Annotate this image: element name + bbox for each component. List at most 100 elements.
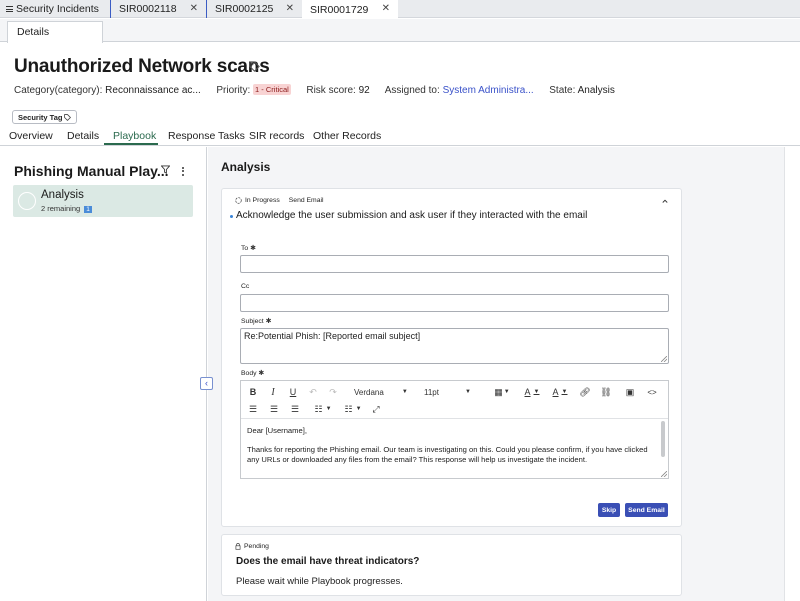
category-label: Category(category):	[14, 85, 103, 96]
pending-message: Please wait while Playbook progresses.	[236, 576, 403, 587]
redo-icon[interactable]: ↷	[327, 385, 339, 399]
record-tabs: Overview Details Playbook Response Tasks…	[0, 127, 800, 146]
tag-icon	[64, 113, 72, 121]
cc-field[interactable]	[240, 294, 669, 312]
assigned-label: Assigned to:	[384, 85, 440, 96]
align-right-icon[interactable]: ☰	[289, 402, 301, 416]
tab-playbook[interactable]: Playbook	[113, 130, 156, 142]
code-icon[interactable]: <>	[645, 385, 659, 399]
security-tag-pill[interactable]: Security Tag	[12, 110, 78, 124]
italic-icon[interactable]: I	[267, 385, 279, 399]
chevron-down-icon: ▼	[401, 389, 408, 395]
numbered-list-icon[interactable]: ☷ ▼	[342, 402, 364, 416]
editor-scrollbar[interactable]	[661, 421, 665, 457]
playbook-panel: Phishing Manual Play... Analysis 2 remai…	[0, 147, 207, 601]
link-icon[interactable]: 🔗︎	[579, 385, 591, 399]
pending-question: Does the email have threat indicators?	[236, 556, 420, 567]
resize-handle-icon[interactable]	[661, 356, 667, 362]
underline-icon[interactable]: U	[287, 385, 299, 399]
tab-record-active[interactable]: SIR0001729 ✕	[302, 0, 398, 19]
bullet-icon	[230, 215, 233, 218]
filter-icon[interactable]	[161, 165, 170, 174]
bullet-list-icon[interactable]: ☷ ▼	[312, 402, 334, 416]
phase-name: Analysis	[41, 189, 84, 201]
subject-field[interactable]: Re:Potential Phish: [Reported email subj…	[240, 328, 669, 364]
close-icon[interactable]: ✕	[286, 3, 294, 14]
section-heading: Analysis	[221, 160, 271, 174]
collapse-panel-button[interactable]: ‹	[200, 377, 213, 390]
undo-icon[interactable]: ↶	[307, 385, 319, 399]
lock-icon	[235, 543, 241, 550]
close-icon[interactable]: ✕	[190, 3, 198, 14]
risk-value: 92	[358, 85, 370, 96]
align-left-icon[interactable]: ☰	[247, 402, 259, 416]
tab-response-tasks[interactable]: Response Tasks	[168, 130, 245, 142]
body-greeting: Dear [Username],	[247, 426, 307, 435]
tab-sir-records[interactable]: SIR records	[249, 130, 304, 142]
font-size-select[interactable]: 11pt ▼	[424, 385, 484, 399]
more-options-icon[interactable]	[182, 165, 186, 177]
pending-status-text: Pending	[244, 543, 269, 550]
activity-type: Send Email	[288, 197, 324, 204]
subject-value: Re:Potential Phish: [Reported email subj…	[244, 331, 421, 341]
email-body[interactable]: Dear [Username], Thanks for reporting th…	[247, 426, 657, 474]
workspace-tab-strip: Security Incidents SIR0002118 ✕ SIR00021…	[0, 0, 800, 19]
to-label-text: To	[241, 245, 249, 252]
tab-other-records[interactable]: Other Records	[313, 130, 381, 142]
activity-title: Acknowledge the user submission and ask …	[236, 210, 588, 221]
required-icon: ✱	[250, 245, 256, 252]
font-size-value: 11pt	[424, 387, 439, 397]
state-label: State:	[549, 85, 576, 96]
cc-label: Cc	[241, 283, 250, 290]
rich-text-editor[interactable]: B I U ↶ ↷ Verdana ▼ 11pt ▼ ▦ ▼ A ▼ A ▼ 🔗︎ ⛓︎ …	[240, 380, 669, 479]
to-label: To ✱	[241, 244, 256, 252]
phase-remaining-text: 2 remaining	[41, 204, 81, 213]
tag-icon[interactable]	[249, 61, 260, 72]
tab-overview[interactable]: Overview	[9, 130, 53, 142]
font-family-select[interactable]: Verdana ▼	[354, 385, 414, 399]
highlight-color-icon[interactable]: A ▼	[550, 385, 570, 399]
subject-label: Subject ✱	[241, 317, 271, 325]
bold-icon[interactable]: B	[247, 385, 259, 399]
close-icon[interactable]: ✕	[382, 3, 390, 14]
to-field[interactable]	[240, 255, 669, 273]
tab-label: SIR0001729	[310, 3, 369, 16]
fullscreen-icon[interactable]: ⤢	[370, 402, 382, 416]
phase-count-badge: 1	[84, 206, 92, 213]
pending-status: Pending	[235, 543, 269, 550]
tab-details[interactable]: Details	[67, 130, 99, 142]
required-icon: ✱	[258, 370, 265, 377]
category-value: Reconnaissance ac...	[105, 85, 201, 96]
activity-status: In Progress Send Email	[235, 197, 324, 204]
activity-card: In Progress Send Email Acknowledge the u…	[221, 188, 682, 527]
playbook-title: Phishing Manual Play...	[14, 163, 169, 179]
tab-details[interactable]: Details	[7, 21, 103, 43]
table-icon[interactable]: ▦ ▼	[493, 385, 511, 399]
phase-item-analysis[interactable]: Analysis 2 remaining 1	[13, 185, 193, 217]
body-text: Thanks for reporting the Phishing email.…	[247, 445, 648, 464]
tab-record[interactable]: SIR0002118 ✕	[110, 0, 206, 18]
editor-toolbar: B I U ↶ ↷ Verdana ▼ 11pt ▼ ▦ ▼ A ▼ A ▼ 🔗︎ ⛓︎ …	[241, 381, 668, 419]
activity-status-text: In Progress	[245, 197, 280, 204]
resize-handle-icon[interactable]	[661, 471, 667, 477]
menu-icon[interactable]	[6, 5, 13, 14]
phase-remaining: 2 remaining 1	[41, 204, 92, 213]
send-email-button[interactable]: Send Email	[625, 503, 668, 517]
priority-badge: 1 - Critical	[253, 84, 291, 95]
skip-button[interactable]: Skip	[598, 503, 620, 517]
state-value: Analysis	[577, 85, 615, 96]
unlink-icon[interactable]: ⛓︎	[600, 385, 612, 399]
chevron-up-icon[interactable]	[662, 198, 668, 204]
tab-security-incidents[interactable]: Security Incidents	[0, 0, 110, 18]
active-tab-indicator	[104, 143, 158, 145]
record-title: Unauthorized Network scans	[14, 56, 270, 77]
align-center-icon[interactable]: ☰	[268, 402, 280, 416]
tab-label: SIR0002125	[215, 3, 274, 15]
image-icon[interactable]: ▣	[624, 385, 636, 399]
tab-record[interactable]: SIR0002125 ✕	[206, 0, 302, 18]
risk-label: Risk score:	[306, 85, 356, 96]
assigned-link[interactable]: System Administra...	[443, 85, 534, 96]
tab-label: SIR0002118	[119, 3, 177, 15]
font-family-value: Verdana	[354, 387, 384, 397]
text-color-icon[interactable]: A ▼	[522, 385, 542, 399]
